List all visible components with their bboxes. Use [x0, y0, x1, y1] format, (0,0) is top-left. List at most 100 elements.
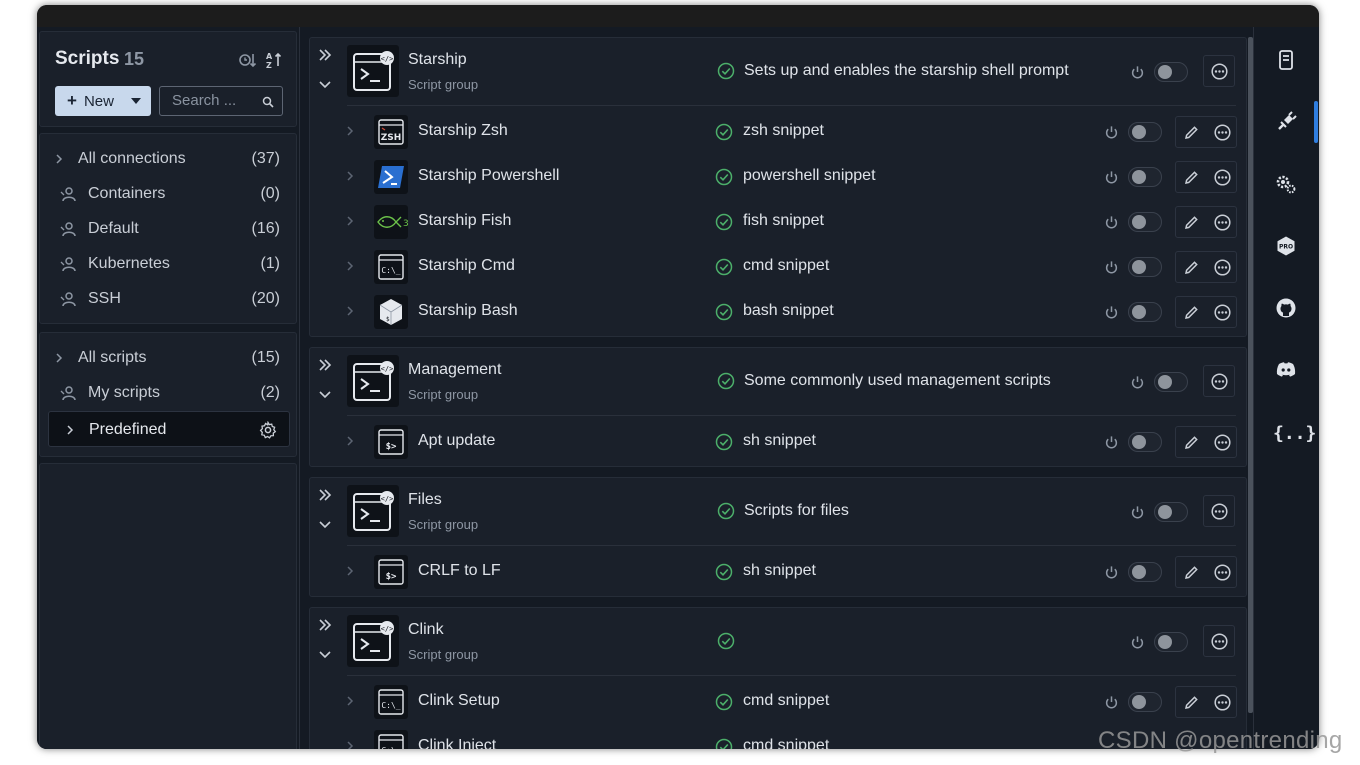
chevron-down-icon[interactable] [318, 520, 332, 530]
github-icon[interactable] [1275, 297, 1297, 319]
group-description: Scripts for files [744, 502, 849, 519]
enable-toggle[interactable] [1154, 502, 1188, 522]
edit-icon[interactable] [1184, 565, 1199, 580]
more-options-icon[interactable] [1214, 694, 1231, 711]
edit-icon[interactable] [1184, 215, 1199, 230]
page-title: Scripts [55, 48, 120, 69]
script-item[interactable]: C:\_ Clink Setup cmd snippet [310, 681, 1246, 723]
divider [347, 415, 1236, 416]
enable-toggle[interactable] [1154, 372, 1188, 392]
toggle-knob [1132, 125, 1146, 139]
script-item[interactable]: $> Apt update sh snippet [310, 421, 1246, 463]
enable-toggle[interactable] [1128, 432, 1162, 452]
item-actions [1175, 206, 1237, 238]
expand-all-icon[interactable] [318, 488, 332, 502]
more-options-icon[interactable] [1214, 214, 1231, 231]
enable-toggle[interactable] [1128, 122, 1162, 142]
cmd-icon: C:\_ [374, 730, 408, 749]
edit-icon[interactable] [1184, 125, 1199, 140]
chevron-right-icon[interactable] [346, 740, 354, 749]
json-icon[interactable]: {..} [1273, 423, 1316, 444]
pro-icon[interactable]: PRO [1275, 235, 1297, 257]
enable-toggle[interactable] [1154, 632, 1188, 652]
power-icon [1105, 126, 1118, 139]
tree-item-ssh[interactable]: SSH (20) [40, 283, 296, 315]
chevron-right-icon[interactable] [346, 305, 354, 317]
chevron-right-icon[interactable] [346, 260, 354, 272]
chevron-right-icon[interactable] [346, 170, 354, 182]
toggle-knob [1132, 305, 1146, 319]
chevron-right-icon[interactable] [346, 215, 354, 227]
tree-item-label: Default [88, 220, 139, 237]
more-options-icon[interactable] [1214, 259, 1231, 276]
chevron-down-icon[interactable] [318, 390, 332, 400]
edit-icon[interactable] [1184, 695, 1199, 710]
script-item[interactable]: C:\_ Starship Cmd cmd snippet [310, 246, 1246, 288]
tree-item-default[interactable]: Default (16) [40, 213, 296, 245]
script-name: CRLF to LF [418, 562, 501, 579]
sort-by-time-icon[interactable] [238, 50, 258, 70]
tree-item-predefined[interactable]: Predefined [48, 411, 290, 447]
tree-item-my-scripts[interactable]: My scripts (2) [40, 377, 296, 409]
tree-item-all-scripts[interactable]: All scripts (15) [40, 342, 296, 374]
svg-text:C:\_: C:\_ [381, 266, 400, 275]
more-options-button[interactable] [1203, 55, 1235, 87]
enable-toggle[interactable] [1128, 302, 1162, 322]
edit-icon[interactable] [1184, 170, 1199, 185]
item-actions [1175, 686, 1237, 718]
chevron-right-icon[interactable] [346, 435, 354, 447]
connections-icon[interactable] [1275, 49, 1297, 71]
chevron-right-icon[interactable] [346, 565, 354, 577]
script-item[interactable]: 3 Starship Fish fish snippet [310, 201, 1246, 243]
more-options-icon [1211, 633, 1228, 650]
search-input[interactable]: Search ... [159, 86, 283, 116]
toggle-knob [1132, 435, 1146, 449]
group-name: Starship [408, 51, 467, 68]
more-options-icon[interactable] [1214, 169, 1231, 186]
tree-item-containers[interactable]: Containers (0) [40, 178, 296, 210]
chevron-down-icon[interactable] [318, 80, 332, 90]
enable-toggle[interactable] [1128, 562, 1162, 582]
more-options-button[interactable] [1203, 365, 1235, 397]
chevron-down-icon[interactable] [318, 650, 332, 660]
enable-toggle[interactable] [1128, 167, 1162, 187]
chevron-right-icon[interactable] [346, 695, 354, 707]
edit-icon[interactable] [1184, 305, 1199, 320]
discord-icon[interactable] [1275, 359, 1297, 381]
enable-toggle[interactable] [1128, 212, 1162, 232]
new-script-button[interactable]: + New [55, 86, 151, 116]
item-actions [1175, 296, 1237, 328]
more-options-button[interactable] [1203, 625, 1235, 657]
script-item[interactable]: $> CRLF to LF sh snippet [310, 551, 1246, 593]
expand-all-icon[interactable] [318, 358, 332, 372]
script-item[interactable]: ZSH Starship Zsh zsh snippet [310, 111, 1246, 153]
script-item[interactable]: $ Starship Bash bash snippet [310, 291, 1246, 333]
enable-toggle[interactable] [1154, 62, 1188, 82]
tree-item-all-connections[interactable]: All connections (37) [40, 143, 296, 175]
gear-icon[interactable] [259, 421, 277, 439]
expand-all-icon[interactable] [318, 618, 332, 632]
power-icon [1131, 636, 1144, 649]
script-item[interactable]: Starship Powershell powershell snippet [310, 156, 1246, 198]
title-bar [37, 5, 1319, 27]
sort-alpha-icon[interactable]: A Z [264, 50, 284, 70]
edit-icon[interactable] [1184, 260, 1199, 275]
expand-all-icon[interactable] [318, 48, 332, 62]
more-options-button[interactable] [1203, 495, 1235, 527]
enable-toggle[interactable] [1128, 692, 1162, 712]
tree-item-label: SSH [88, 290, 121, 307]
settings-icon[interactable] [1275, 173, 1297, 195]
chevron-right-icon[interactable] [346, 125, 354, 137]
scripts-icon[interactable] [1275, 111, 1297, 133]
more-options-icon[interactable] [1214, 434, 1231, 451]
svg-text:</>: </> [381, 365, 394, 373]
more-options-icon[interactable] [1214, 564, 1231, 581]
edit-icon[interactable] [1184, 435, 1199, 450]
enable-toggle[interactable] [1128, 257, 1162, 277]
power-icon [1105, 696, 1118, 709]
more-options-icon[interactable] [1214, 304, 1231, 321]
script-name: Starship Fish [418, 212, 512, 229]
more-options-icon[interactable] [1214, 124, 1231, 141]
svg-text:$>: $> [386, 442, 397, 452]
tree-item-kubernetes[interactable]: Kubernetes (1) [40, 248, 296, 280]
